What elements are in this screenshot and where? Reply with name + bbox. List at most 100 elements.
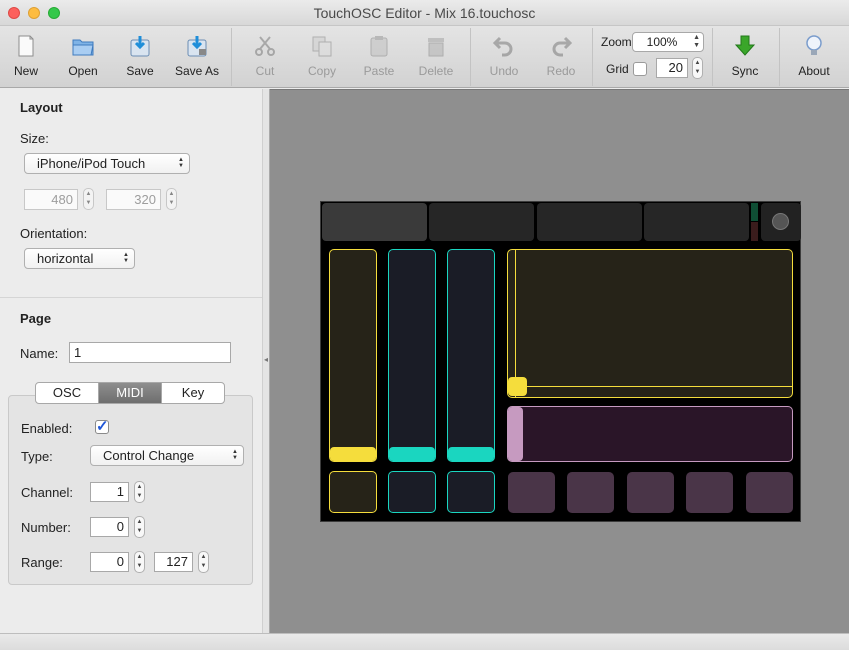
window-title: TouchOSC Editor - Mix 16.touchosc [313,5,536,21]
cut-button[interactable]: Cut [237,34,293,78]
push-button-2[interactable] [388,471,436,513]
updown-arrows-icon: ▲ ▼ [693,34,700,49]
save-button[interactable]: Save [112,34,168,78]
new-document-icon [18,35,34,57]
tab-osc[interactable]: OSC [36,383,99,403]
redo-arrow-icon [552,36,573,57]
status-bar [0,633,849,650]
horizontal-fader[interactable] [507,406,793,462]
led-icon [772,213,789,230]
undo-arrow-icon [492,36,513,57]
width-input: 480 [24,189,78,210]
fader-2[interactable] [388,249,436,462]
toolbar-separator [231,28,232,86]
updown-arrows-icon: ▲ ▼ [178,157,184,169]
xy-pad-v-line [515,250,516,397]
device-layout[interactable] [320,201,801,522]
push-button-1[interactable] [329,471,377,513]
toolbar-separator [779,28,780,86]
zoom-grid-group: Zoom 100% ▲ ▼ Grid 20 ▲ ▼ [598,32,708,84]
push-button-7[interactable] [686,472,733,513]
open-button[interactable]: Open [55,34,111,78]
copy-icon [312,36,332,57]
page-tab-1[interactable] [322,203,427,241]
layout-canvas[interactable] [270,89,849,633]
about-label: About [798,64,830,78]
channel-input[interactable]: 1 [90,482,129,502]
page-tab-3[interactable] [537,203,642,241]
fader-1[interactable] [329,249,377,462]
save-as-button[interactable]: Save As [169,34,225,78]
size-select[interactable]: iPhone/iPod Touch ▲ ▼ [24,153,190,174]
name-label: Name: [20,346,59,361]
fader-3-fill [448,447,494,461]
new-label: New [13,64,38,78]
redo-button[interactable]: Redo [533,34,589,78]
midi-type-value: Control Change [103,448,195,463]
toolbar-separator [592,28,593,86]
led-control[interactable] [761,203,801,241]
page-tab-4[interactable] [644,203,749,241]
grid-checkbox[interactable] [633,62,647,76]
channel-label: Channel: [21,485,74,500]
about-button[interactable]: About [786,34,842,78]
splitter-grip-icon: ◂ [264,355,269,364]
panel-splitter[interactable]: ◂ [262,89,270,633]
tab-key[interactable]: Key [162,383,224,403]
xy-pad-h-line [508,386,792,387]
delete-button[interactable]: Delete [408,34,464,78]
page-indicator-top [751,203,758,221]
trash-icon [428,38,444,57]
range-max-input[interactable]: 127 [154,552,193,572]
copy-button[interactable]: Copy [294,34,350,78]
zoom-select[interactable]: 100% ▲ ▼ [632,32,704,52]
grid-size-stepper[interactable]: ▲ ▼ [692,57,703,79]
height-input: 320 [106,189,161,210]
toolbar-separator [470,28,471,86]
number-input[interactable]: 0 [90,517,129,537]
push-button-5[interactable] [567,472,614,513]
range-min-stepper[interactable]: ▲ ▼ [134,551,145,573]
width-stepper: ▲ ▼ [83,188,94,210]
page-heading: Page [20,311,52,326]
grid-label: Grid [606,62,629,76]
layout-heading: Layout [20,100,63,115]
range-max-stepper[interactable]: ▲ ▼ [198,551,209,573]
toolbar: New Open Save Save As Cut Copy Paste Del… [0,26,849,88]
midi-type-select[interactable]: Control Change ▲ ▼ [90,445,244,466]
push-button-3[interactable] [447,471,495,513]
fader-3[interactable] [447,249,495,462]
cut-label: Cut [255,64,275,78]
channel-stepper[interactable]: ▲ ▼ [134,481,145,503]
undo-button[interactable]: Undo [476,34,532,78]
grid-size-input[interactable]: 20 [656,58,688,78]
tab-midi[interactable]: MIDI [99,383,162,403]
fader-2-fill [389,447,435,461]
delete-label: Delete [418,64,454,78]
horizontal-fader-fill [508,407,523,461]
page-indicator-bottom [751,222,758,241]
number-label: Number: [21,520,71,535]
lightbulb-icon [806,35,822,55]
type-label: Type: [21,449,53,464]
push-button-6[interactable] [627,472,674,513]
push-button-4[interactable] [508,472,555,513]
orientation-select[interactable]: horizontal ▲ ▼ [24,248,135,269]
zoom-value: 100% [646,35,678,49]
updown-arrows-icon: ▲ ▼ [123,252,129,264]
enabled-label: Enabled: [21,421,73,436]
page-name-input[interactable]: 1 [69,342,231,363]
enabled-checkbox[interactable]: ✓ [95,419,109,434]
zoom-label: Zoom [601,35,632,49]
page-tab-2[interactable] [429,203,534,241]
size-value: iPhone/iPod Touch [37,156,146,171]
number-stepper[interactable]: ▲ ▼ [134,516,145,538]
xy-pad-handle[interactable] [508,377,527,396]
paste-button[interactable]: Paste [351,34,407,78]
xy-pad[interactable] [507,249,793,398]
title-bar: TouchOSC Editor - Mix 16.touchosc [0,0,849,26]
sync-button[interactable]: Sync [717,34,773,78]
range-min-input[interactable]: 0 [90,552,129,572]
push-button-8[interactable] [746,472,793,513]
new-button[interactable]: New [0,34,54,78]
